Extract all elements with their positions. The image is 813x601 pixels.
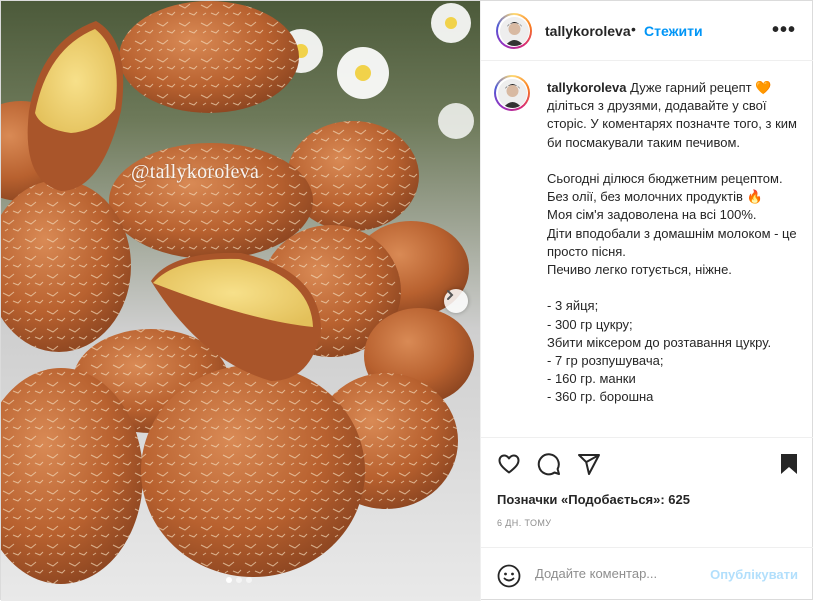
comment-icon[interactable]: [537, 452, 561, 476]
watermark-text: @tallykoroleva: [131, 161, 260, 183]
author-username[interactable]: tallykoroleva: [545, 23, 631, 39]
person-icon: [497, 78, 527, 108]
follow-button[interactable]: Стежити: [644, 23, 703, 39]
comment-bar: Опублікувати: [481, 547, 813, 601]
person-icon: [499, 16, 529, 46]
avatar-image: [499, 16, 529, 46]
carousel-dots: [226, 577, 252, 583]
caption-username[interactable]: tallykoroleva: [547, 80, 627, 95]
publish-button[interactable]: Опублікувати: [710, 567, 798, 582]
bookmark-icon[interactable]: [777, 452, 801, 476]
avatar-image: [497, 78, 527, 108]
comment-input[interactable]: [535, 566, 705, 581]
paper-plane-icon[interactable]: [577, 452, 601, 476]
avatar[interactable]: [496, 13, 532, 49]
separator: •: [631, 21, 636, 37]
carousel-dot: [236, 577, 242, 583]
action-bar: [481, 437, 813, 487]
carousel-dot: [246, 577, 252, 583]
post-header: tallykoroleva • Стежити •••: [481, 1, 813, 61]
carousel-dot: [226, 577, 232, 583]
caption-body: Дуже гарний рецепт 🧡 діліться з друзями,…: [547, 80, 797, 405]
cookies-illustration: [1, 1, 474, 584]
caption-avatar[interactable]: [494, 75, 530, 111]
emoji-icon[interactable]: [497, 564, 521, 588]
post-dialog: @tallykoroleva tallykoroleva • Стежити •…: [0, 0, 813, 601]
post-date[interactable]: 6 ДН. ТОМУ: [497, 518, 551, 528]
more-options-button[interactable]: •••: [772, 19, 796, 42]
post-photo[interactable]: @tallykoroleva: [1, 1, 480, 601]
heart-icon[interactable]: [497, 452, 521, 476]
caption-area[interactable]: tallykoroleva Дуже гарний рецепт 🧡 діліт…: [481, 61, 813, 436]
chevron-right-icon: [447, 290, 454, 300]
likes-count[interactable]: Позначки «Подобається»: 625: [497, 492, 690, 507]
post-sidebar: tallykoroleva • Стежити ••• tallykorolev…: [480, 1, 813, 601]
caption-text: tallykoroleva Дуже гарний рецепт 🧡 діліт…: [547, 79, 797, 407]
carousel-next-button[interactable]: [444, 289, 468, 313]
